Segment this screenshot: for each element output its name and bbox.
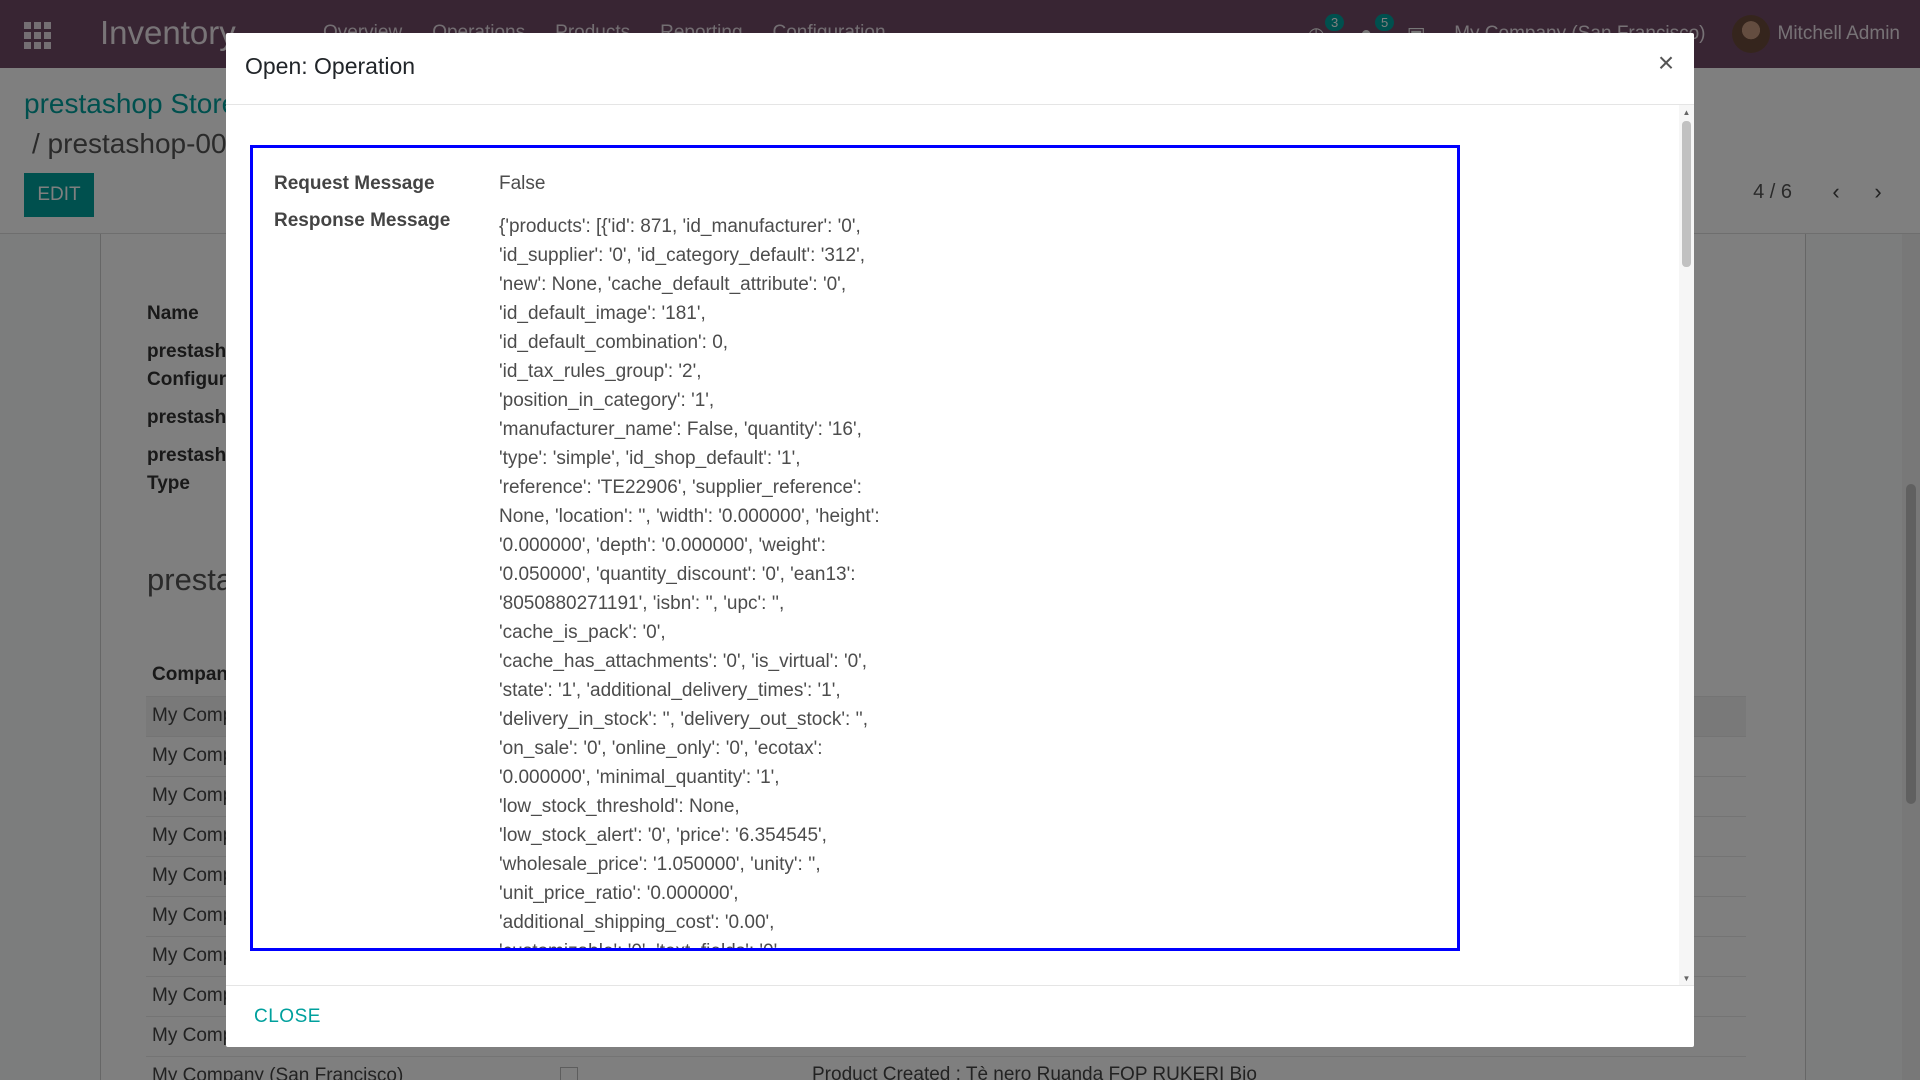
response-message-line: 'new': None, 'cache_default_attribute': … bbox=[499, 274, 847, 295]
dialog-scroll-thumb[interactable] bbox=[1682, 121, 1691, 267]
dialog-footer: CLOSE bbox=[226, 985, 1694, 1047]
response-message-line: 'cache_has_attachments': '0', 'is_virtua… bbox=[499, 651, 868, 672]
response-message-line: 'manufacturer_name': False, 'quantity': … bbox=[499, 419, 862, 440]
response-message-line: 'wholesale_price': '1.050000', 'unity': … bbox=[499, 854, 821, 875]
request-message-value: False bbox=[499, 173, 546, 194]
response-message-line: '8050880271191', 'isbn': '', 'upc': '', bbox=[499, 593, 785, 614]
response-message-line: 'reference': 'TE22906', 'supplier_refere… bbox=[499, 477, 862, 498]
response-message-line: 'id_default_image': '181', bbox=[499, 303, 706, 324]
operation-dialog: Open: Operation × Request Message False … bbox=[226, 33, 1694, 1047]
scroll-up-arrow-icon[interactable]: ▲ bbox=[1682, 107, 1691, 117]
response-message-line: 'id_tax_rules_group': '2', bbox=[499, 361, 702, 382]
response-message-line: 'unit_price_ratio': '0.000000', bbox=[499, 883, 739, 904]
response-message-line: '0.000000', 'depth': '0.000000', 'weight… bbox=[499, 535, 826, 556]
dialog-title: Open: Operation bbox=[245, 53, 416, 79]
response-message-line: 'id_default_combination': 0, bbox=[499, 332, 729, 353]
response-message-line: 'position_in_category': '1', bbox=[499, 390, 715, 411]
response-message-line: {'products': [{'id': 871, 'id_manufactur… bbox=[499, 216, 861, 237]
response-message-line: 'customizable': '0', 'text_fields': '0', bbox=[499, 937, 919, 948]
response-message-line: 'state': '1', 'additional_delivery_times… bbox=[499, 680, 841, 701]
response-message-line: 'cache_is_pack': '0', bbox=[499, 622, 666, 643]
close-button[interactable]: CLOSE bbox=[242, 998, 333, 1036]
response-message-line: 'low_stock_alert': '0', 'price': '6.3545… bbox=[499, 825, 827, 846]
dialog-scrollbar[interactable]: ▲ ▼ bbox=[1679, 105, 1694, 985]
dialog-body: Request Message False Response Message {… bbox=[226, 105, 1694, 985]
response-message-line: 'id_supplier': '0', 'id_category_default… bbox=[499, 245, 865, 266]
response-message-line: 'on_sale': '0', 'online_only': '0', 'eco… bbox=[499, 738, 823, 759]
response-message-line: 'delivery_in_stock': '', 'delivery_out_s… bbox=[499, 709, 869, 730]
scroll-down-arrow-icon[interactable]: ▼ bbox=[1682, 973, 1691, 983]
close-icon[interactable]: × bbox=[1652, 47, 1680, 79]
request-message-label: Request Message bbox=[274, 173, 435, 194]
response-message-line: 'low_stock_threshold': None, bbox=[499, 796, 740, 817]
response-message-value: {'products': [{'id': 871, 'id_manufactur… bbox=[499, 212, 919, 948]
response-message-line: None, 'location': '', 'width': '0.000000… bbox=[499, 506, 880, 527]
response-message-line: '0.050000', 'quantity_discount': '0', 'e… bbox=[499, 564, 856, 585]
response-message-line: 'type': 'simple', 'id_shop_default': '1'… bbox=[499, 448, 801, 469]
response-message-line: 'additional_shipping_cost': '0.00', bbox=[499, 912, 775, 933]
message-fields-group: Request Message False Response Message {… bbox=[250, 145, 1460, 951]
dialog-header: Open: Operation × bbox=[226, 33, 1694, 105]
response-message-label: Response Message bbox=[274, 210, 451, 231]
response-message-line: '0.000000', 'minimal_quantity': '1', bbox=[499, 767, 780, 788]
